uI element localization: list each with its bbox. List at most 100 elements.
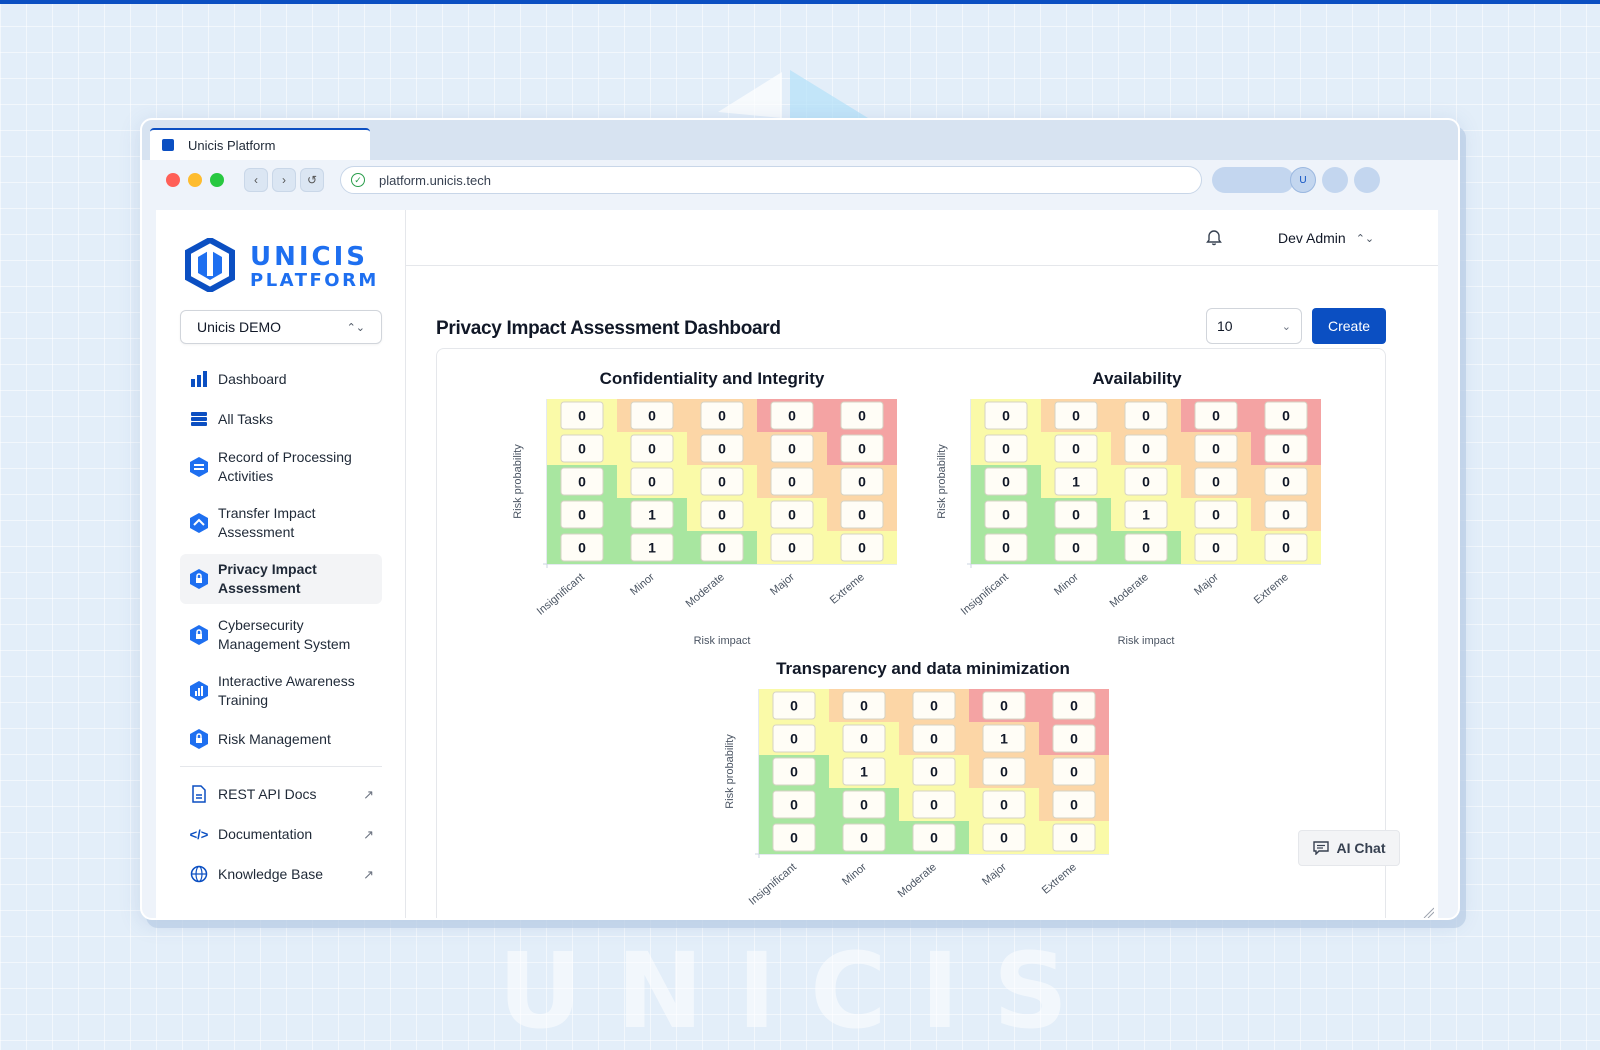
reload-button[interactable]: ↺ <box>300 168 324 192</box>
heatmap-chart-transparency: 0 0 0 0 0 0 0 0 1 0 0 1 0 0 0 0 0 0 0 0 0 0 0 0 0 Insignificant Mi… <box>724 689 1109 908</box>
heatmap-cell-value: 1 <box>860 764 868 780</box>
unicis-logo-icon <box>185 238 235 292</box>
sidebar-item-label: Transfer Impact Assessment <box>218 505 316 540</box>
x-tick-label: Extreme <box>828 571 867 607</box>
sidebar-item-training[interactable]: Interactive Awareness Training <box>180 666 382 716</box>
maximize-window-button[interactable] <box>210 173 224 187</box>
heatmap-cell-value: 0 <box>1072 540 1080 556</box>
create-button[interactable]: Create <box>1312 308 1386 344</box>
sidebar-item-risk[interactable]: Risk Management <box>180 722 382 756</box>
sidebar-item-ropa[interactable]: Record of Processing Activities <box>180 442 382 492</box>
x-tick-label: Moderate <box>896 861 939 900</box>
org-selector[interactable]: Unicis DEMO ⌃⌄ <box>180 310 382 344</box>
heatmap-cell-value: 0 <box>1002 540 1010 556</box>
heatmap-cell-value: 0 <box>858 474 866 490</box>
x-tick-label: Insignificant <box>535 571 587 618</box>
extension-button[interactable] <box>1322 167 1348 193</box>
chevron-down-icon: ⌄ <box>1281 320 1291 333</box>
heatmap-cell-value: 0 <box>930 797 938 813</box>
sidebar-item-label: Privacy Impact Assessment <box>218 561 317 596</box>
top-header: Dev Admin ⌃⌄ <box>406 210 1438 266</box>
url-text: platform.unicis.tech <box>379 172 491 188</box>
globe-icon <box>188 863 210 885</box>
back-button[interactable]: ‹ <box>244 168 268 192</box>
heatmap-cell-value: 0 <box>860 797 868 813</box>
sidebar-item-label: Record of Processing Activities <box>218 449 352 484</box>
org-selector-label: Unicis DEMO <box>197 319 282 335</box>
forward-button[interactable]: › <box>272 168 296 192</box>
browser-window: Unicis Platform ‹ › ↺ ✓ platform.unicis.… <box>140 118 1460 920</box>
heatmap-cell-value: 0 <box>1000 797 1008 813</box>
sidebar-item-tia[interactable]: Transfer Impact Assessment <box>180 498 382 548</box>
chevron-updown-icon: ⌃⌄ <box>1355 232 1375 245</box>
heatmap-cell-value: 0 <box>860 698 868 714</box>
heatmap-cell-value: 0 <box>1212 507 1220 523</box>
heatmap-cell-value: 0 <box>1142 441 1150 457</box>
heatmap-cell-value: 0 <box>930 698 938 714</box>
sidebar-link-documentation[interactable]: </> Documentation ↗ <box>180 817 382 851</box>
close-window-button[interactable] <box>166 173 180 187</box>
heatmap-cell-value: 0 <box>1282 408 1290 424</box>
heatmap-cell-value: 0 <box>858 441 866 457</box>
heatmap-cell-value: 0 <box>578 540 586 556</box>
resize-grip-icon[interactable] <box>1422 906 1434 918</box>
sidebar-item-cms[interactable]: Cybersecurity Management System <box>180 610 382 660</box>
ai-chat-button[interactable]: AI Chat <box>1298 830 1400 866</box>
heatmap-cell-value: 0 <box>1282 540 1290 556</box>
heatmap-cell-value: 0 <box>718 540 726 556</box>
address-bar[interactable]: ✓ platform.unicis.tech <box>340 166 1202 194</box>
bar-chart-icon <box>188 368 210 390</box>
risk-shield-icon <box>188 728 210 750</box>
code-icon: </> <box>189 826 209 842</box>
x-tick-label: Moderate <box>1108 571 1151 610</box>
user-menu[interactable]: Dev Admin ⌃⌄ <box>1278 230 1374 246</box>
heatmap-cell-value: 0 <box>1000 698 1008 714</box>
main-content: Dev Admin ⌃⌄ Privacy Impact Assessment D… <box>406 210 1438 918</box>
heatmap-cell-value: 0 <box>788 507 796 523</box>
heatmap-cell-value: 0 <box>1212 474 1220 490</box>
page-size-select[interactable]: 10 ⌄ <box>1206 308 1302 344</box>
sidebar-item-pia[interactable]: Privacy Impact Assessment <box>180 554 382 604</box>
unicis-logo[interactable]: UNICIS PLATFORM <box>184 238 384 294</box>
nav-divider <box>180 766 382 767</box>
heatmap-cell-value: 0 <box>930 830 938 846</box>
heatmap-cell-value: 0 <box>790 698 798 714</box>
browser-tab[interactable]: Unicis Platform <box>150 128 370 160</box>
profile-avatar[interactable]: U <box>1290 167 1316 193</box>
minimize-window-button[interactable] <box>188 173 202 187</box>
chart-title-transparency: Transparency and data minimization <box>776 659 1070 678</box>
browser-toolbar: ‹ › ↺ ✓ platform.unicis.tech U <box>142 160 1458 200</box>
heatmap-cell-value: 0 <box>578 408 586 424</box>
sidebar-item-label: Dashboard <box>218 370 287 387</box>
heatmap-cell-value: 0 <box>858 540 866 556</box>
tia-shield-icon <box>188 512 210 534</box>
x-tick-label: Insignificant <box>959 571 1011 618</box>
external-link-icon: ↗ <box>363 866 374 882</box>
x-tick-label: Minor <box>1052 571 1081 598</box>
sidebar-link-rest-api-docs[interactable]: REST API Docs ↗ <box>180 777 382 811</box>
heatmap-cell-value: 1 <box>1142 507 1150 523</box>
toolbar-pill-button[interactable] <box>1212 167 1294 193</box>
heatmap-cell-value: 0 <box>1072 507 1080 523</box>
app-viewport: UNICIS PLATFORM Unicis DEMO ⌃⌄ Dashboard… <box>156 210 1438 918</box>
sidebar-item-all-tasks[interactable]: All Tasks <box>180 402 382 436</box>
bell-icon[interactable] <box>1206 228 1222 246</box>
x-axis-label: Risk impact <box>1118 635 1175 647</box>
heatmap-cell-value: 0 <box>1070 698 1078 714</box>
external-link-icon: ↗ <box>363 786 374 802</box>
heatmap-cell-value: 0 <box>790 731 798 747</box>
heatmap-cell-value: 0 <box>1142 474 1150 490</box>
chart-title-confidentiality: Confidentiality and Integrity <box>599 369 825 388</box>
sidebar-item-dashboard[interactable]: Dashboard <box>180 362 382 396</box>
heatmap-cell-value: 0 <box>1000 830 1008 846</box>
heatmap-cell-value: 0 <box>1212 441 1220 457</box>
heatmap-cell-value: 0 <box>1072 408 1080 424</box>
logo-text-unicis: UNICIS <box>250 242 369 272</box>
x-tick-label: Extreme <box>1252 571 1291 607</box>
menu-button[interactable] <box>1354 167 1380 193</box>
sidebar-link-knowledge-base[interactable]: Knowledge Base ↗ <box>180 857 382 891</box>
heatmap-cell-value: 0 <box>1070 830 1078 846</box>
heatmap-cell-value: 0 <box>788 540 796 556</box>
chat-bubble-icon <box>1312 841 1329 855</box>
sidebar-nav: Dashboard All Tasks Record of Processing… <box>180 362 382 891</box>
